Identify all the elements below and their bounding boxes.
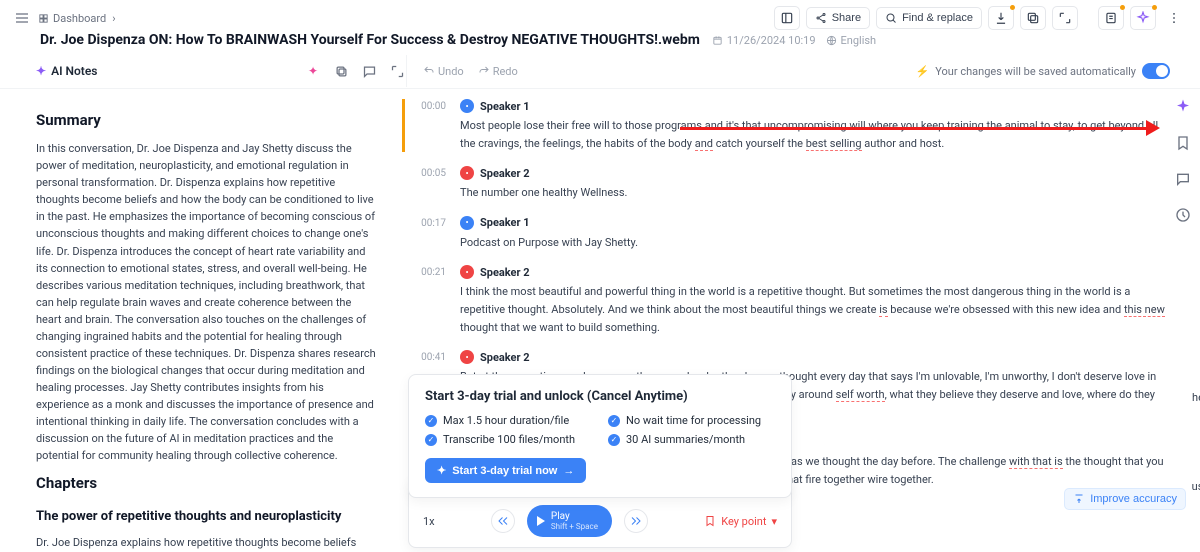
notes-button[interactable] (1098, 6, 1124, 30)
transcript-segment[interactable]: 00:21 • Speaker 2 I think the most beautifu… (402, 265, 1170, 336)
export-icon[interactable] (388, 62, 406, 80)
chapter-title: The power of repetitive thoughts and neu… (36, 507, 376, 527)
transcript-text: I think the most beautiful and powerful … (460, 283, 1166, 336)
play-icon (537, 516, 545, 526)
share-label: Share (832, 12, 861, 24)
transcript-timestamp[interactable]: 00:21 (406, 265, 446, 336)
transcript-timestamp[interactable]: 00:05 (406, 166, 446, 202)
speaker-avatar: • (460, 99, 474, 113)
breadcrumb-home[interactable]: Dashboard (38, 12, 106, 25)
breadcrumb-home-label: Dashboard (53, 12, 106, 25)
rewind-button[interactable] (491, 509, 515, 533)
meta-date: 11/26/2024 10:19 (712, 34, 816, 47)
trial-feature: ✓No wait time for processing (608, 414, 775, 427)
trial-card: Start 3-day trial and unlock (Cancel Any… (408, 374, 792, 498)
summary-heading: Summary (36, 109, 376, 132)
transcript-segment[interactable]: 00:05 • Speaker 2 The number one healthy We… (402, 166, 1170, 202)
ai-sparkle-button[interactable] (1172, 96, 1194, 118)
improve-accuracy-button[interactable]: Improve accuracy (1064, 488, 1186, 510)
ai-notes-tab[interactable]: ✦ AI Notes (36, 64, 97, 78)
chapter-body: Dr. Joe Dispenza explains how repetitive… (36, 534, 376, 551)
playback-speed[interactable]: 1x (423, 515, 435, 528)
trial-title: Start 3-day trial and unlock (Cancel Any… (425, 389, 775, 404)
trial-feature: ✓Max 1.5 hour duration/file (425, 414, 592, 427)
speaker-name: Speaker 1 (480, 216, 530, 229)
expand-button[interactable] (1052, 6, 1078, 30)
start-trial-button[interactable]: ✦Start 3-day trial now→ (425, 458, 586, 483)
speaker-avatar: • (460, 216, 474, 230)
transcript-text: Podcast on Purpose with Jay Shetty. (460, 234, 1166, 252)
speaker-avatar: • (460, 166, 474, 180)
chapters-heading: Chapters (36, 472, 376, 495)
transcript-timestamp[interactable]: 00:17 (406, 216, 446, 252)
bookmark-button[interactable] (1172, 132, 1194, 154)
speaker-name: Speaker 2 (480, 266, 530, 279)
copy-notes-icon[interactable] (332, 62, 350, 80)
speaker-avatar: • (460, 350, 474, 364)
transcript-text: Most people lose their free will to thos… (460, 117, 1166, 152)
download-button[interactable] (988, 6, 1014, 30)
speaker-name: Speaker 2 (480, 167, 530, 180)
transcript-segment[interactable]: 00:17 • Speaker 1 Podcast on Purpose with J… (402, 216, 1170, 252)
comments-rail-button[interactable] (1172, 168, 1194, 190)
menu-icon[interactable] (14, 10, 30, 26)
speaker-name: Speaker 2 (480, 351, 530, 364)
magic-icon[interactable]: ✦ (304, 62, 322, 80)
transcript-text: The number one healthy Wellness. (460, 184, 1166, 202)
chevron-right-icon: › (112, 12, 115, 25)
find-replace-label: Find & replace (902, 12, 973, 24)
copy-button[interactable] (1020, 6, 1046, 30)
redo-button[interactable]: Redo (478, 65, 518, 78)
meta-language: English (826, 34, 877, 47)
transcript-overflow: he more hardwired they become. The more … (892, 389, 1200, 551)
speaker-avatar: • (460, 265, 474, 279)
ai-assist-button[interactable] (1130, 6, 1156, 30)
breadcrumb: Dashboard › (38, 12, 116, 25)
more-menu-button[interactable] (1162, 7, 1186, 29)
autosave-status: ⚡ Your changes will be saved automatical… (916, 63, 1170, 79)
keypoint-button[interactable]: Key point ▾ (704, 515, 777, 528)
chevron-down-icon: ▾ (771, 515, 777, 528)
history-button[interactable] (1172, 204, 1194, 226)
play-button[interactable]: Play Shift + Space (527, 505, 612, 537)
find-replace-button[interactable]: Find & replace (876, 7, 982, 29)
speaker-name: Speaker 1 (480, 100, 530, 113)
comment-icon[interactable] (360, 62, 378, 80)
undo-button[interactable]: Undo (423, 65, 464, 78)
summary-body: In this conversation, Dr. Joe Dispenza a… (36, 140, 376, 464)
share-button[interactable]: Share (806, 7, 870, 29)
summary-pane: Summary In this conversation, Dr. Joe Di… (0, 89, 392, 551)
layout-button[interactable] (774, 6, 800, 30)
trial-feature: ✓Transcribe 100 files/month (425, 433, 592, 446)
forward-button[interactable] (624, 509, 648, 533)
autosave-toggle[interactable] (1142, 63, 1170, 79)
page-title: Dr. Joe Dispenza ON: How To BRAINWASH Yo… (40, 32, 700, 48)
transcript-timestamp[interactable]: 00:00 (406, 99, 446, 152)
transcript-segment[interactable]: 00:00 • Speaker 1 Most people lose their fr… (402, 99, 1170, 152)
trial-feature: ✓30 AI summaries/month (608, 433, 775, 446)
